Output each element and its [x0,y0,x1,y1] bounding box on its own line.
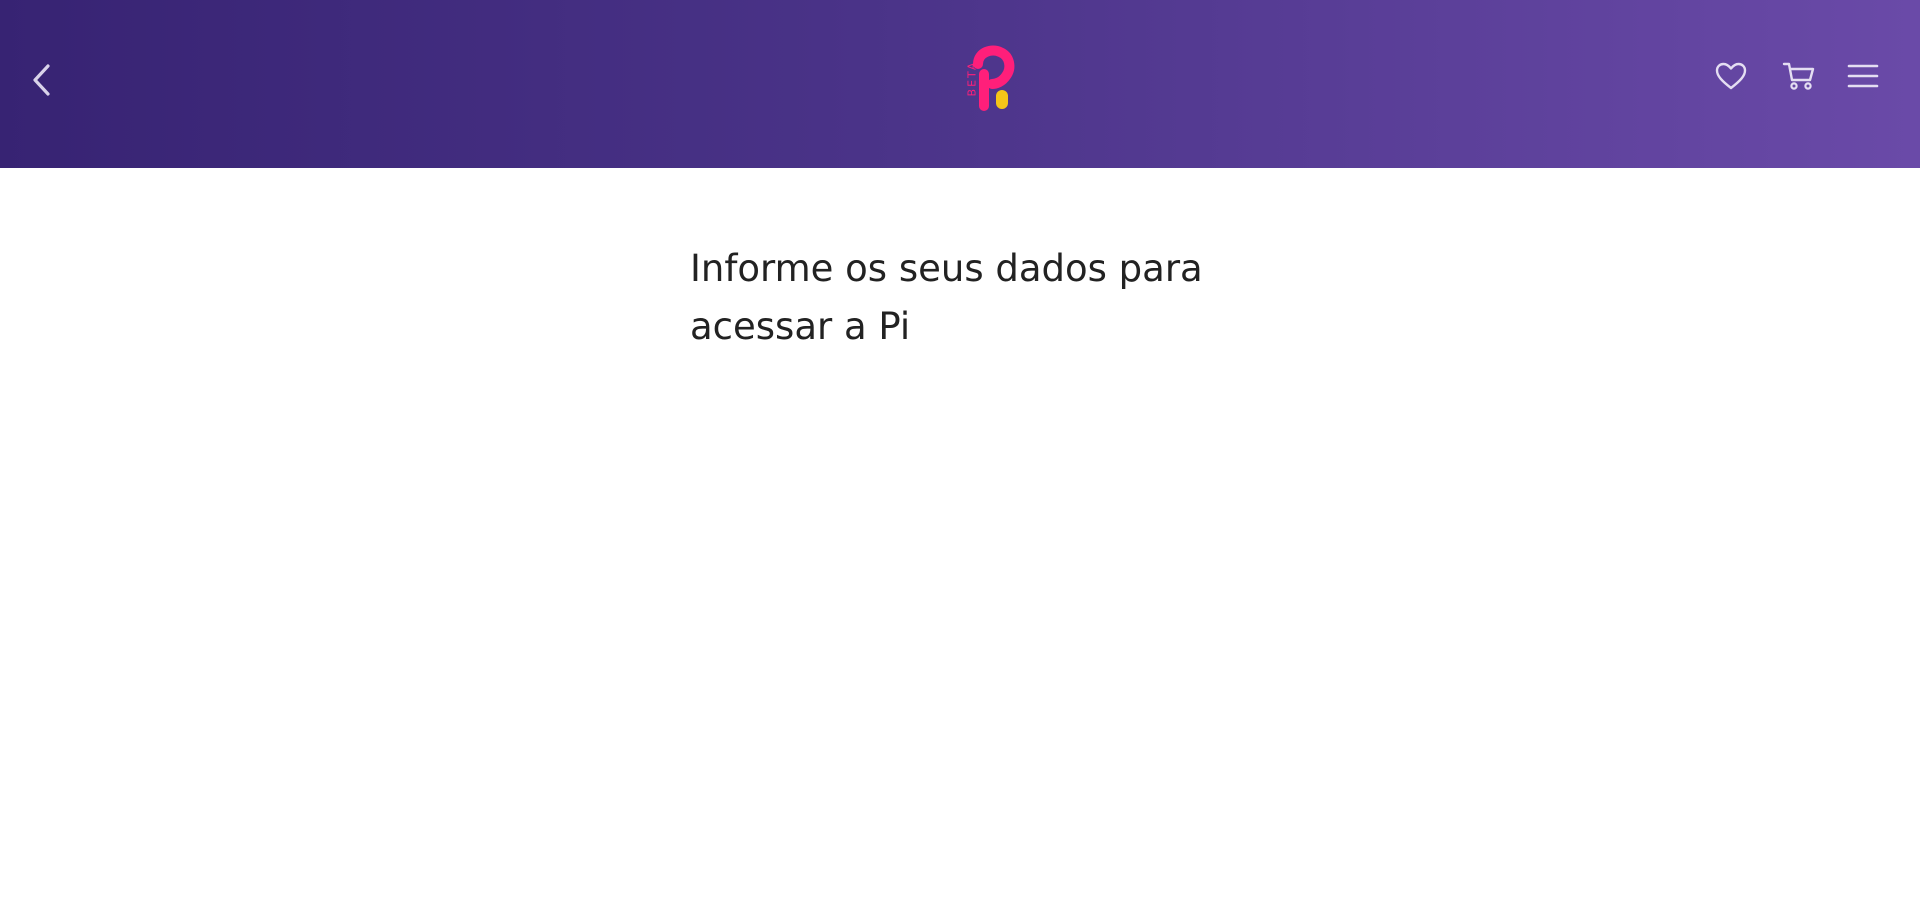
pi-logo[interactable]: BETA [958,44,1028,116]
page-title-line-1: Informe os seus dados para [690,247,1203,290]
menu-icon [1847,64,1879,88]
chevron-left-icon [33,64,50,96]
beta-badge: BETA [965,60,979,97]
cart-button[interactable] [1779,56,1819,96]
back-button[interactable] [22,58,62,102]
heart-icon [1715,62,1747,90]
page-title: Informe os seus dados para acessar a Pi [690,240,1250,356]
page-title-line-2: acessar a Pi [690,305,911,348]
favorites-button[interactable] [1711,56,1751,96]
main-content: Informe os seus dados para acessar a Pi [690,240,1250,356]
menu-button[interactable] [1843,56,1883,96]
cart-icon [1782,62,1815,90]
top-header: BETA [0,0,1920,168]
